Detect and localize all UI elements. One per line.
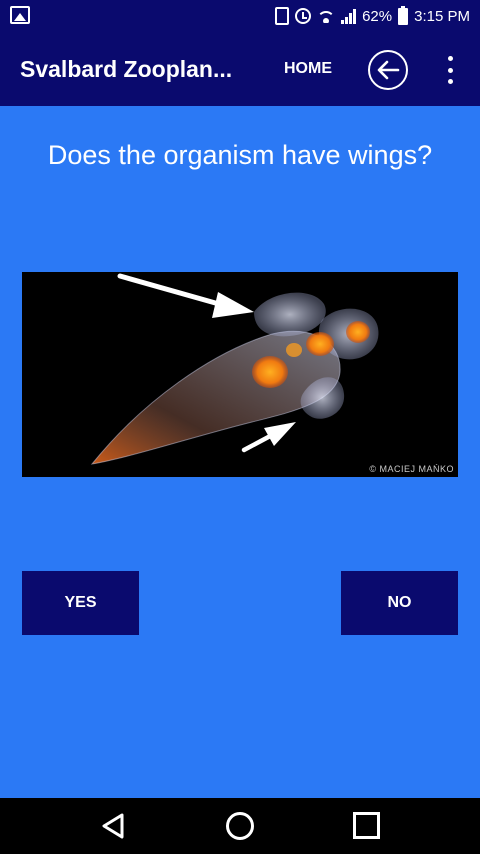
home-button[interactable]: HOME <box>284 60 332 78</box>
navigation-bar <box>0 798 480 854</box>
app-title: Svalbard Zooplan... <box>20 56 233 82</box>
clock: 3:15 PM <box>414 7 470 25</box>
arrow-left-icon <box>377 60 400 80</box>
photo-credit: © MACIEJ MAŃKO <box>369 464 454 474</box>
battery-icon <box>398 5 409 25</box>
yes-button[interactable]: YES <box>22 571 139 635</box>
back-button[interactable] <box>368 50 408 90</box>
nav-back-icon[interactable] <box>100 812 126 840</box>
app-bar: Svalbard Zooplan... HOME <box>0 32 480 106</box>
specimen-image: © MACIEJ MAŃKO <box>22 272 458 477</box>
gallery-icon <box>10 6 30 24</box>
question-text: Does the organism have wings? <box>47 140 433 170</box>
sea-angel-illustration <box>90 273 379 465</box>
nav-home-icon[interactable] <box>226 812 254 840</box>
more-vert-icon[interactable] <box>442 56 458 84</box>
battery-percent: 62% <box>362 7 393 25</box>
no-button[interactable]: NO <box>341 571 458 635</box>
alarm-icon <box>295 8 312 24</box>
vibrate-icon <box>275 7 290 25</box>
nav-recent-icon[interactable] <box>353 812 380 839</box>
signal-icon <box>341 8 357 24</box>
status-bar: 62% 3:15 PM <box>0 0 480 32</box>
wifi-icon <box>317 9 336 23</box>
